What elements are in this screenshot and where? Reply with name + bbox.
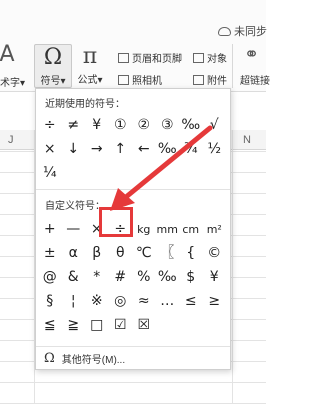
custom-symbol-cell[interactable]: cm [179, 217, 203, 241]
recent-symbol-cell[interactable]: ② [132, 113, 156, 137]
art-text-label: 术字▾ [0, 78, 26, 89]
recent-symbol-cell[interactable]: ¼ [38, 161, 62, 185]
attachment-label: 附件 [207, 76, 227, 87]
formula-button[interactable]: π 公式▾ [72, 44, 108, 87]
object-icon [193, 52, 204, 63]
custom-symbol-cell[interactable]: ≤ [179, 289, 203, 313]
custom-symbol-cell[interactable]: ≥ [203, 289, 227, 313]
custom-symbol-cell[interactable]: % [132, 265, 156, 289]
hyperlink-label: 超链接 [240, 76, 270, 87]
custom-symbol-cell[interactable]: & [62, 265, 86, 289]
ribbon-toolbar: 未同步 A 术字▾ Ω 符号▾ π 公式▾ 页眉和页脚 对象 照相机 附件 ⚭ … [0, 0, 270, 92]
custom-symbol-cell[interactable]: # [109, 265, 133, 289]
more-symbols-label: 其他符号(M)... [61, 355, 126, 366]
recent-symbol-cell[interactable]: ‰ [156, 137, 180, 161]
recent-symbol-cell[interactable]: ↓ [62, 137, 86, 161]
recent-symbol-cell[interactable]: ¾ [179, 137, 203, 161]
object-button[interactable]: 对象 [193, 50, 227, 65]
custom-symbol-cell[interactable]: mm [156, 217, 180, 241]
custom-symbol-cell[interactable]: — [62, 217, 86, 241]
paperclip-icon [193, 74, 204, 85]
symbol-dropdown-panel: 近期使用的符号： ÷ ≠ ¥ ① ② ③ ‰ √ × ↓ → ↑ ← ‰ ¾ ½ ¼ 自定义符号： + — × ÷ kg… [35, 88, 231, 370]
more-symbols-button[interactable]: Ω 其他符号(M)... [44, 351, 125, 366]
recent-symbol-cell[interactable]: → [85, 137, 109, 161]
recent-symbols-grid: ÷ ≠ ¥ ① ② ③ ‰ √ × ↓ → ↑ ← ‰ ¾ ½ ¼ [38, 113, 226, 185]
custom-symbol-cell[interactable]: ☒ [132, 313, 156, 337]
omega-icon: Ω [44, 351, 55, 366]
custom-symbol-cell[interactable]: θ [109, 241, 133, 265]
recent-symbol-cell[interactable]: ① [109, 113, 133, 137]
custom-symbol-cell[interactable]: ¥ [203, 265, 227, 289]
custom-symbol-cell[interactable]: ± [38, 241, 62, 265]
ribbon-separator [232, 44, 233, 88]
symbol-button[interactable]: Ω 符号▾ [34, 44, 72, 88]
attachment-button[interactable]: 附件 [193, 72, 227, 87]
custom-symbol-cell[interactable]: $ [179, 265, 203, 289]
custom-symbol-cell[interactable]: ‰ [156, 265, 180, 289]
camera-button[interactable]: 照相机 [118, 72, 162, 87]
panel-divider [36, 189, 230, 190]
custom-symbol-cell[interactable]: ※ [85, 289, 109, 313]
art-text-button[interactable]: A 术字▾ [0, 42, 25, 90]
custom-symbol-cell[interactable]: @ [38, 265, 62, 289]
camera-label: 照相机 [132, 76, 162, 87]
recent-symbols-title: 近期使用的符号： [45, 99, 125, 110]
recent-symbol-cell[interactable]: ‰ [179, 113, 203, 137]
header-footer-button[interactable]: 页眉和页脚 [118, 50, 182, 65]
hyperlink-button[interactable]: ⚭ 超链接 [240, 44, 280, 87]
custom-symbol-cell[interactable]: ◎ [109, 289, 133, 313]
custom-symbol-cell[interactable]: β [85, 241, 109, 265]
recent-symbol-cell[interactable]: × [38, 137, 62, 161]
link-icon: ⚭ [244, 44, 260, 64]
column-header-j[interactable]: J [8, 134, 14, 146]
sync-status-button[interactable]: 未同步 [218, 23, 267, 39]
custom-symbol-cell[interactable]: { [179, 241, 203, 265]
custom-symbol-cell[interactable]: □ [85, 313, 109, 337]
custom-symbol-cell[interactable]: ☑ [109, 313, 133, 337]
custom-symbol-cell[interactable]: ¦ [62, 289, 86, 313]
pi-icon: π [82, 44, 98, 69]
recent-symbol-cell[interactable]: ③ [156, 113, 180, 137]
grid-line [232, 130, 233, 404]
symbol-button-label: 符号▾ [40, 76, 66, 87]
custom-symbol-cell[interactable]: kg [132, 217, 156, 241]
custom-symbol-cell[interactable]: ≈ [132, 289, 156, 313]
custom-symbol-cell[interactable]: § [38, 289, 62, 313]
recent-symbol-cell[interactable]: ½ [203, 137, 227, 161]
recent-symbol-cell[interactable]: √ [203, 113, 227, 137]
recent-symbol-cell[interactable]: ↑ [109, 137, 133, 161]
camera-icon [118, 74, 129, 85]
custom-symbol-cell[interactable]: α [62, 241, 86, 265]
omega-icon: Ω [43, 45, 63, 70]
font-glyph-icon: A [0, 42, 15, 67]
custom-symbol-cell[interactable]: ≧ [62, 313, 86, 337]
recent-symbol-cell[interactable]: ¥ [85, 113, 109, 137]
column-header-n[interactable]: N [243, 134, 251, 146]
custom-symbol-cell[interactable]: * [85, 265, 109, 289]
cloud-icon [218, 27, 231, 36]
header-footer-label: 页眉和页脚 [132, 54, 182, 65]
custom-symbol-cell[interactable]: ℃ [132, 241, 156, 265]
object-label: 对象 [207, 54, 227, 65]
custom-symbol-cell[interactable]: ≦ [38, 313, 62, 337]
custom-symbols-title: 自定义符号： [45, 201, 105, 212]
recent-symbol-cell[interactable]: ÷ [38, 113, 62, 137]
highlight-box [99, 207, 133, 237]
custom-symbol-cell[interactable]: 〖 [156, 241, 180, 265]
formula-button-label: 公式▾ [77, 75, 103, 86]
header-footer-icon [118, 52, 129, 63]
sync-status-label: 未同步 [234, 26, 267, 38]
panel-divider [36, 346, 230, 347]
custom-symbol-cell[interactable]: m² [203, 217, 227, 241]
custom-symbol-cell[interactable]: … [156, 289, 180, 313]
recent-symbol-cell[interactable]: ← [132, 137, 156, 161]
recent-symbol-cell[interactable]: ≠ [62, 113, 86, 137]
custom-symbol-cell[interactable]: © [203, 241, 227, 265]
custom-symbol-cell[interactable]: + [38, 217, 62, 241]
